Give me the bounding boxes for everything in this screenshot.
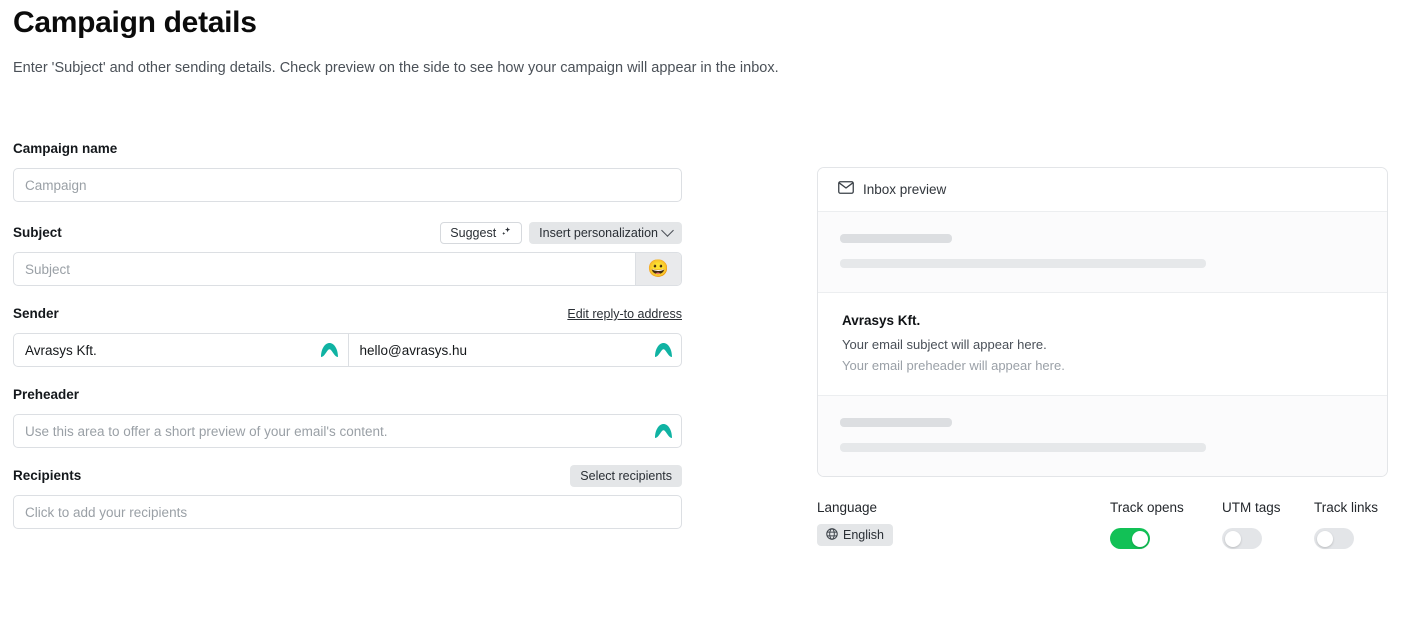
campaign-name-input[interactable]: Campaign (13, 168, 682, 202)
track-opens-switch[interactable] (1110, 528, 1150, 549)
campaign-details-page: Campaign details Enter 'Subject' and oth… (0, 0, 1410, 618)
inbox-preview-panel: Inbox preview Avrasys Kft. Your email su… (817, 167, 1388, 477)
field-sender: Sender Edit reply-to address Avrasys Kft… (13, 303, 682, 367)
skeleton-bar-subject (840, 443, 1206, 452)
field-preheader: Preheader Use this area to offer a short… (13, 384, 682, 448)
campaign-name-input-placeholder: Campaign (25, 177, 87, 193)
edit-reply-to-link[interactable]: Edit reply-to address (567, 307, 682, 321)
subject-input[interactable]: Subject 😀 (13, 252, 682, 286)
field-recipients-header: Recipients Select recipients (13, 465, 682, 487)
verified-arch-icon (651, 415, 681, 447)
sparkle-icon (501, 226, 512, 240)
preview-email-sender: Avrasys Kft. (842, 313, 921, 328)
campaign-form: Campaign name Campaign Subject Suggest I… (13, 138, 682, 529)
field-campaign-name: Campaign name Campaign (13, 138, 682, 202)
sender-fields: Avrasys Kft. hello@avrasys.hu (13, 333, 682, 367)
switch-knob (1224, 530, 1241, 547)
preheader-input[interactable]: Use this area to offer a short preview o… (13, 414, 682, 448)
recipients-input[interactable]: Click to add your recipients (13, 495, 682, 529)
subject-input-placeholder: Subject (25, 261, 71, 277)
toggle-utm-tags: UTM tags (1222, 500, 1281, 549)
language-value: English (843, 528, 884, 542)
field-campaign-name-header: Campaign name (13, 138, 682, 160)
preview-email-preheader: Your email preheader will appear here. (842, 358, 1065, 373)
sender-label: Sender (13, 306, 59, 321)
field-subject: Subject Suggest Insert personalization S… (13, 222, 682, 286)
skeleton-bar-sender (840, 234, 952, 243)
sender-email-value: hello@avrasys.hu (359, 342, 468, 358)
utm-tags-switch[interactable] (1222, 528, 1262, 549)
skeleton-bar-sender (840, 418, 952, 427)
verified-arch-icon (318, 342, 348, 358)
sender-name-input[interactable]: Avrasys Kft. (14, 334, 348, 366)
recipients-label: Recipients (13, 468, 82, 483)
skeleton-bar-subject (840, 259, 1206, 268)
campaign-options-row: Language English Track opens UTM tags Tr… (817, 500, 1392, 560)
sender-name-value: Avrasys Kft. (25, 342, 97, 358)
insert-personalization-button[interactable]: Insert personalization (529, 222, 682, 244)
verified-arch-icon (651, 342, 681, 358)
toggle-track-links: Track links (1314, 500, 1378, 549)
skeleton-email-row-bottom (818, 396, 1387, 476)
language-selector-chip[interactable]: English (817, 524, 893, 546)
preheader-label: Preheader (13, 387, 80, 402)
track-links-label: Track links (1314, 500, 1379, 515)
track-opens-label: Track opens (1110, 500, 1184, 515)
switch-knob (1316, 530, 1333, 547)
suggest-button[interactable]: Suggest (440, 222, 523, 244)
utm-tags-label: UTM tags (1222, 500, 1281, 515)
preview-email-subject: Your email subject will appear here. (842, 337, 1047, 352)
language-label: Language (817, 500, 878, 515)
recipients-input-placeholder: Click to add your recipients (25, 504, 188, 520)
page-subtitle: Enter 'Subject' and other sending detail… (13, 60, 779, 76)
switch-knob (1131, 530, 1148, 547)
inbox-preview-header: Inbox preview (818, 168, 1387, 212)
page-title: Campaign details (13, 6, 257, 39)
select-recipients-button[interactable]: Select recipients (570, 465, 682, 487)
inbox-preview-email-item[interactable]: Avrasys Kft. Your email subject will app… (818, 292, 1387, 396)
suggest-button-label: Suggest (450, 226, 497, 240)
toggle-track-opens: Track opens (1110, 500, 1184, 549)
campaign-name-label: Campaign name (13, 141, 118, 156)
chevron-down-icon (661, 223, 674, 237)
inbox-preview-card: Inbox preview Avrasys Kft. Your email su… (817, 167, 1388, 477)
field-subject-header: Subject Suggest Insert personalization (13, 222, 682, 244)
emoji-picker-button[interactable]: 😀 (635, 253, 681, 285)
inbox-preview-header-label: Inbox preview (863, 182, 947, 197)
field-preheader-header: Preheader (13, 384, 682, 406)
subject-actions: Suggest Insert personalization (440, 222, 682, 244)
field-sender-header: Sender Edit reply-to address (13, 303, 682, 325)
envelope-icon (838, 180, 854, 199)
globe-icon (826, 527, 838, 543)
subject-label: Subject (13, 225, 62, 240)
track-links-switch[interactable] (1314, 528, 1354, 549)
preheader-input-placeholder: Use this area to offer a short preview o… (25, 423, 388, 439)
insert-personalization-label: Insert personalization (539, 226, 658, 240)
field-recipients: Recipients Select recipients Click to ad… (13, 465, 682, 529)
skeleton-email-row-top (818, 212, 1387, 292)
sender-email-input[interactable]: hello@avrasys.hu (347, 334, 682, 366)
language-option: Language English (817, 500, 893, 546)
